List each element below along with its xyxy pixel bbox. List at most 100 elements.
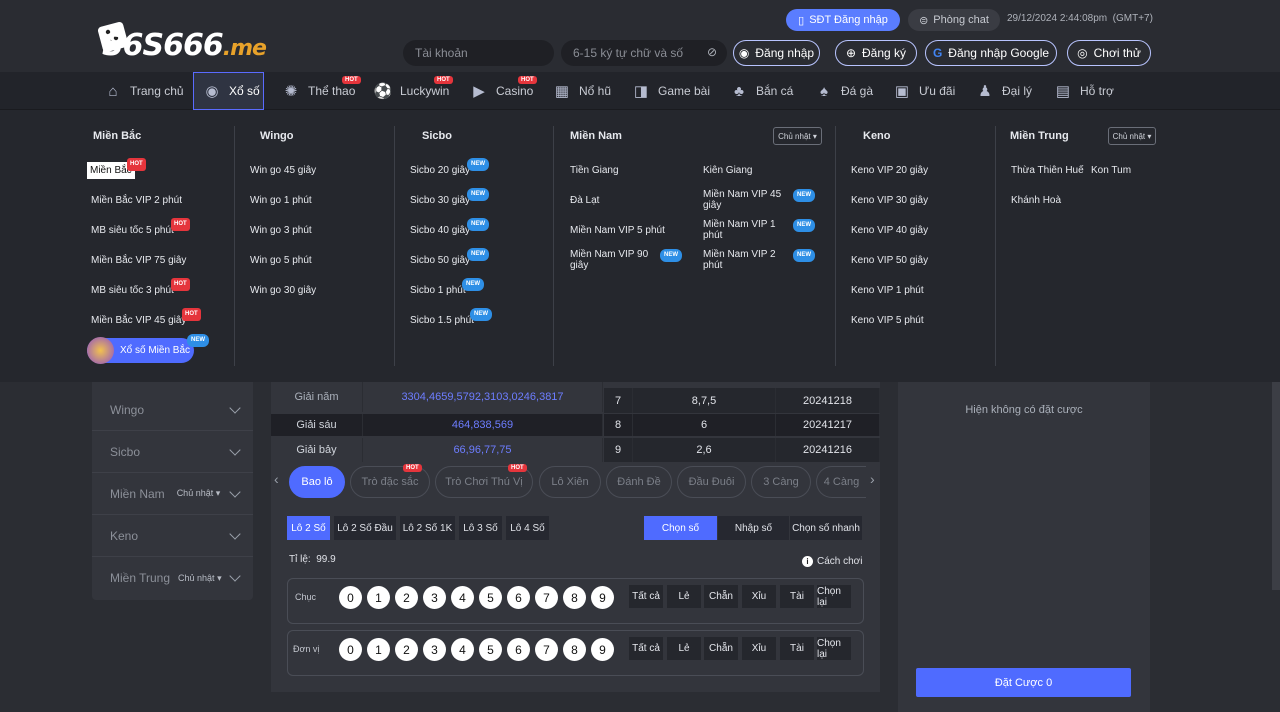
- menu-item[interactable]: MB siêu tốc 3 phút HOT: [91, 278, 190, 296]
- menu-item[interactable]: Win go 45 giây: [250, 165, 316, 176]
- quick-select-button[interactable]: Tất cả: [629, 585, 663, 608]
- menu-item[interactable]: Keno VIP 20 giây: [851, 165, 928, 176]
- menu-item[interactable]: Miền Nam VIP 45 giây NEW: [703, 189, 815, 211]
- digit-ball[interactable]: 3: [423, 638, 446, 661]
- menu-item[interactable]: Tiền Giang: [570, 165, 619, 176]
- tab-4-cang[interactable]: 4 Càng: [816, 466, 866, 498]
- menu-item[interactable]: Keno VIP 30 giây: [851, 195, 928, 206]
- chevron-left-icon[interactable]: ‹: [274, 471, 279, 487]
- nav-promotions[interactable]: ▣ Ưu đãi: [893, 72, 955, 110]
- sidebar-item-keno[interactable]: Keno: [92, 515, 253, 557]
- quick-select-button[interactable]: Chọn lại: [817, 585, 851, 608]
- menu-item[interactable]: Miền Bắc VIP 2 phút: [91, 195, 182, 206]
- menu-item[interactable]: Miền Bắc VIP 45 giây HOT: [91, 308, 201, 326]
- quick-select-button[interactable]: Xỉu: [742, 637, 776, 660]
- menu-item[interactable]: Miền Nam VIP 90 giây NEW: [570, 249, 682, 271]
- sidebar-item-wingo[interactable]: Wingo: [92, 389, 253, 431]
- site-logo[interactable]: S6S666.me: [96, 14, 267, 64]
- quick-select-button[interactable]: Tài: [780, 585, 814, 608]
- digit-ball[interactable]: 0: [339, 638, 362, 661]
- nav-lottery[interactable]: ◉ Xổ số: [193, 72, 264, 110]
- quick-select-button[interactable]: Tất cả: [629, 637, 663, 660]
- menu-item[interactable]: Sicbo 50 giây NEW: [410, 248, 489, 266]
- nav-fishing[interactable]: ♣ Bắn cá: [730, 72, 793, 110]
- menu-item[interactable]: Win go 3 phút: [250, 225, 312, 236]
- nav-casino[interactable]: ▶ Casino HOT: [470, 72, 537, 110]
- menu-item[interactable]: Win go 5 phút: [250, 255, 312, 266]
- tab-tro-dac-sac[interactable]: Trò đặc sắc HOT: [350, 464, 430, 498]
- tab-tro-choi-thu-vi[interactable]: Trò Chơi Thú Vị HOT: [435, 464, 533, 498]
- digit-ball[interactable]: 4: [451, 638, 474, 661]
- subtab-lo-4-so[interactable]: Lô 4 Số: [506, 516, 549, 540]
- nav-home[interactable]: ⌂ Trang chủ: [104, 72, 183, 110]
- subtab-lo-3-so[interactable]: Lô 3 Số: [459, 516, 502, 540]
- subtab-lo-2-so-1k[interactable]: Lô 2 Số 1K: [400, 516, 455, 540]
- menu-item[interactable]: Sicbo 1 phút NEW: [410, 278, 484, 296]
- nav-luckywin[interactable]: ⚽ Luckywin HOT: [374, 72, 453, 110]
- day-select[interactable]: Chủ nhật ▾: [178, 573, 222, 584]
- quick-select-button[interactable]: Chẵn: [704, 585, 738, 608]
- sdt-login-button[interactable]: ▯ SĐT Đăng nhập: [786, 9, 900, 31]
- digit-ball[interactable]: 9: [591, 586, 614, 609]
- day-select[interactable]: Chủ nhật ▾: [1108, 127, 1156, 145]
- tab-bao-lo[interactable]: Bao lô: [289, 466, 345, 498]
- digit-ball[interactable]: 4: [451, 586, 474, 609]
- tab-lo-xien[interactable]: Lô Xiên: [539, 466, 601, 498]
- google-login-button[interactable]: G Đăng nhập Google: [925, 40, 1057, 66]
- chevron-right-icon[interactable]: ›: [870, 471, 875, 487]
- digit-ball[interactable]: 8: [563, 638, 586, 661]
- quick-select-button[interactable]: Lẻ: [667, 585, 701, 608]
- mode-chon-so-nhanh[interactable]: Chọn số nhanh: [790, 516, 862, 540]
- quick-select-button[interactable]: Xỉu: [742, 585, 776, 608]
- menu-item[interactable]: Keno VIP 1 phút: [851, 285, 924, 296]
- menu-item[interactable]: Win go 30 giây: [250, 285, 316, 296]
- chat-room-button[interactable]: ⊜ Phòng chat: [908, 9, 1000, 31]
- menu-item[interactable]: Đà Lạt: [570, 195, 599, 206]
- digit-ball[interactable]: 7: [535, 638, 558, 661]
- quick-select-button[interactable]: Chẵn: [704, 637, 738, 660]
- menu-item-xo-so-mien-bac[interactable]: Xổ số Miền Bắc NEW: [87, 334, 209, 364]
- menu-item[interactable]: Kiên Giang: [703, 165, 752, 176]
- menu-item[interactable]: MB siêu tốc 5 phút HOT: [91, 218, 190, 236]
- digit-ball[interactable]: 0: [339, 586, 362, 609]
- nav-cockfight[interactable]: ♠ Đá gà: [815, 72, 873, 110]
- nav-agent[interactable]: ♟ Đại lý: [976, 72, 1032, 110]
- menu-item[interactable]: Miền Nam VIP 5 phút: [570, 225, 665, 236]
- place-bet-button[interactable]: Đặt Cược 0: [916, 668, 1131, 697]
- tab-3-cang[interactable]: 3 Càng: [751, 466, 811, 498]
- tab-danh-de[interactable]: Đánh Đề: [606, 466, 672, 498]
- password-input[interactable]: [561, 40, 727, 66]
- menu-item[interactable]: Sicbo 30 giây NEW: [410, 188, 489, 206]
- menu-item[interactable]: Khánh Hoà: [1011, 195, 1061, 206]
- day-select[interactable]: Chủ nhật ▾: [773, 127, 822, 145]
- sidebar-item-mien-nam[interactable]: Miền Nam Chủ nhật ▾: [92, 473, 253, 515]
- nav-slots[interactable]: ▦ Nổ hũ: [553, 72, 611, 110]
- digit-ball[interactable]: 8: [563, 586, 586, 609]
- digit-ball[interactable]: 6: [507, 638, 530, 661]
- menu-item-mien-bac[interactable]: Miền Bắc HOT: [87, 158, 146, 179]
- sidebar-item-mien-trung[interactable]: Miền Trung Chủ nhật ▾: [92, 557, 253, 599]
- menu-item[interactable]: Sicbo 40 giây NEW: [410, 218, 489, 236]
- how-to-play-link[interactable]: i Cách chơi: [802, 556, 862, 567]
- menu-item[interactable]: Miền Bắc VIP 75 giây: [91, 255, 186, 266]
- nav-card-games[interactable]: ◨ Game bài: [632, 72, 710, 110]
- quick-select-button[interactable]: Lẻ: [667, 637, 701, 660]
- menu-item[interactable]: Sicbo 20 giây NEW: [410, 158, 489, 176]
- quick-select-button[interactable]: Chọn lại: [817, 637, 851, 660]
- sidebar-item-sicbo[interactable]: Sicbo: [92, 431, 253, 473]
- day-select[interactable]: Chủ nhật ▾: [177, 488, 221, 499]
- nav-support[interactable]: ▤ Hỗ trợ: [1054, 72, 1114, 110]
- eye-off-icon[interactable]: ⊘: [707, 45, 717, 59]
- digit-ball[interactable]: 3: [423, 586, 446, 609]
- try-play-button[interactable]: ◎ Chơi thử: [1067, 40, 1151, 66]
- menu-item[interactable]: Keno VIP 40 giây: [851, 225, 928, 236]
- menu-item[interactable]: Miền Nam VIP 1 phút NEW: [703, 219, 815, 241]
- menu-item[interactable]: Keno VIP 50 giây: [851, 255, 928, 266]
- login-button[interactable]: ◉ Đăng nhập: [733, 40, 820, 66]
- digit-ball[interactable]: 6: [507, 586, 530, 609]
- digit-ball[interactable]: 1: [367, 638, 390, 661]
- digit-ball[interactable]: 7: [535, 586, 558, 609]
- register-button[interactable]: ⊕ Đăng ký: [835, 40, 917, 66]
- menu-item[interactable]: Kon Tum: [1091, 165, 1131, 176]
- digit-ball[interactable]: 9: [591, 638, 614, 661]
